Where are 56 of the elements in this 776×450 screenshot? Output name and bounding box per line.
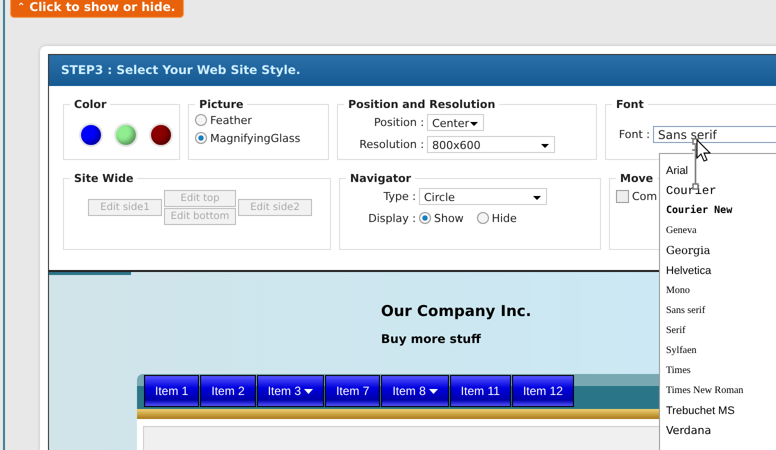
group-legend: Navigator — [346, 172, 416, 185]
group-legend: Font — [612, 98, 648, 111]
radio-label: MagnifyingGlass — [210, 132, 300, 144]
radio-button[interactable] — [195, 132, 208, 144]
menu-item[interactable]: Item 12 — [512, 375, 574, 407]
dropdown[interactable]: Center — [427, 114, 484, 130]
field-label: Position : — [373, 116, 424, 128]
font-option[interactable]: Mono — [666, 281, 776, 301]
font-option[interactable]: Times New Roman — [666, 381, 776, 401]
field-label: Type : — [382, 190, 416, 202]
menu-item[interactable]: Item 1 — [144, 375, 200, 407]
font-option[interactable]: Serif — [666, 321, 776, 341]
checkbox-label: Com — [632, 190, 658, 202]
font-option[interactable]: Sylfaen — [666, 341, 776, 361]
group-legend: Picture — [195, 98, 248, 111]
color-swatch[interactable] — [79, 123, 103, 147]
company-name: Our Company Inc. — [381, 302, 532, 320]
checkbox[interactable] — [616, 190, 629, 202]
group-legend: Color — [70, 98, 110, 111]
dialog-title: STEP3 : Select Your Web Site Style. — [48, 54, 776, 86]
font-option[interactable]: Sans serif — [666, 301, 776, 321]
field-label: Display : — [367, 212, 416, 224]
font-option[interactable]: Arial — [666, 161, 776, 181]
font-option[interactable]: Courier New — [666, 201, 776, 221]
field-label: Font : — [618, 128, 650, 140]
radio-label: Hide — [492, 212, 517, 224]
font-option[interactable]: Georgia — [666, 241, 776, 261]
color-swatch[interactable] — [114, 123, 138, 147]
group-legend: Move — [616, 172, 658, 185]
radio-label: Show — [434, 212, 464, 224]
menu-item[interactable]: Item 2 — [200, 375, 256, 407]
group-legend: Site Wide — [70, 172, 138, 185]
dropdown[interactable]: Circle — [419, 188, 547, 204]
font-option[interactable]: Trebuchet MS — [666, 401, 776, 421]
font-option[interactable]: Helvetica — [666, 261, 776, 281]
field-label: Resolution : — [358, 138, 424, 150]
group-legend: Position and Resolution — [344, 98, 500, 111]
color-swatch[interactable] — [149, 123, 173, 147]
font-option[interactable]: Courier — [666, 181, 776, 201]
radio-label: Feather — [210, 114, 252, 126]
caret-icon — [428, 388, 438, 394]
font-option[interactable]: Verdana — [666, 421, 776, 441]
font-option[interactable]: Times — [666, 361, 776, 381]
menu-item[interactable]: Item 11 — [450, 375, 511, 407]
dropdown[interactable]: Sans serif — [653, 126, 776, 142]
font-option[interactable]: Geneva — [666, 221, 776, 241]
menu-item[interactable]: Item 7 — [325, 375, 380, 407]
radio-button[interactable] — [476, 212, 489, 224]
menu-item[interactable]: Item 3 — [256, 375, 324, 407]
menu-item[interactable]: Item 8 — [381, 375, 449, 407]
dropdown[interactable]: 800x600 — [427, 136, 556, 152]
chevron-up-icon: ⌃ — [17, 2, 26, 12]
radio-button[interactable] — [195, 114, 208, 126]
caret-icon — [304, 388, 314, 394]
tagline: Buy more stuff — [381, 332, 481, 346]
radio-button[interactable] — [419, 212, 431, 224]
